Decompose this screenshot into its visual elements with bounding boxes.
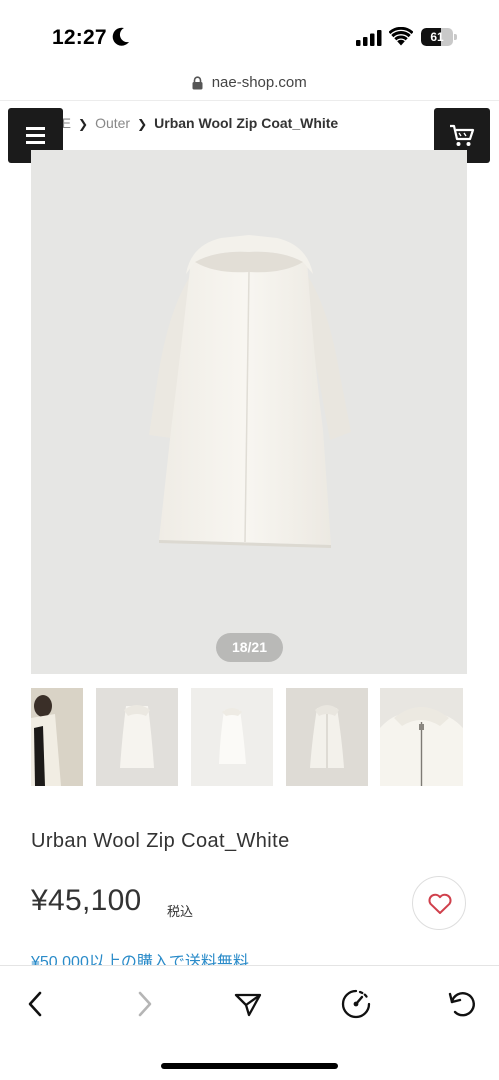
thumbnail-image: [380, 688, 463, 786]
thumbnail-strip: [31, 688, 467, 786]
share-button[interactable]: [228, 984, 268, 1024]
cart-icon: [450, 124, 475, 146]
status-bar: 12:27 61: [0, 0, 499, 70]
chevron-left-icon: [28, 991, 42, 1017]
product-title: Urban Wool Zip Coat_White: [31, 830, 290, 852]
battery-body: 61: [421, 28, 453, 46]
breadcrumb-outer[interactable]: Outer: [95, 115, 130, 131]
reload-button[interactable]: [442, 984, 482, 1024]
battery-cap: [454, 34, 457, 40]
gauge-icon: [341, 989, 371, 1019]
send-icon: [234, 993, 262, 1017]
chevron-right-icon: ❯: [137, 117, 148, 131]
product-main-image[interactable]: [31, 150, 467, 674]
address-bar[interactable]: nae-shop.com: [0, 74, 499, 100]
battery-level: 61: [430, 30, 444, 44]
cellular-signal-icon: [356, 30, 382, 46]
thumbnail-1[interactable]: [31, 688, 83, 786]
thumbnail-image: [191, 688, 273, 786]
divider: [0, 100, 499, 101]
lock-icon: [192, 76, 203, 90]
battery-indicator: 61: [421, 28, 457, 46]
thumbnail-2[interactable]: [96, 688, 178, 786]
breadcrumb-current: Urban Wool Zip Coat_White: [154, 115, 339, 131]
coat-photo: [149, 235, 351, 548]
thumbnail-5[interactable]: [380, 688, 463, 786]
image-counter: 18/21: [216, 633, 283, 662]
chevron-right-icon: ❯: [78, 117, 89, 131]
breadcrumb: ME❯Outer❯Urban Wool Zip Coat_White: [50, 115, 338, 131]
back-button[interactable]: [16, 984, 56, 1024]
moon-icon: [112, 27, 129, 46]
favorite-button[interactable]: [412, 876, 466, 930]
thumbnail-image: [286, 688, 368, 786]
heart-icon: [428, 893, 452, 914]
chevron-right-icon: [138, 991, 152, 1017]
home-indicator: [161, 1063, 338, 1069]
product-price: ¥45,100: [31, 884, 142, 917]
thumbnail-image: [31, 688, 83, 786]
url-text: nae-shop.com: [211, 74, 307, 92]
forward-button[interactable]: [124, 984, 164, 1024]
free-shipping-note[interactable]: ¥50,000以上の購入で送料無料: [31, 948, 471, 965]
status-time: 12:27: [52, 26, 107, 49]
tax-label: 税込: [167, 904, 194, 919]
thumbnail-4[interactable]: [286, 688, 368, 786]
thumbnail-3[interactable]: [191, 688, 273, 786]
wifi-icon: [389, 27, 413, 46]
reload-icon: [448, 992, 475, 1017]
thumbnail-image: [96, 688, 178, 786]
speed-button[interactable]: [336, 984, 376, 1024]
